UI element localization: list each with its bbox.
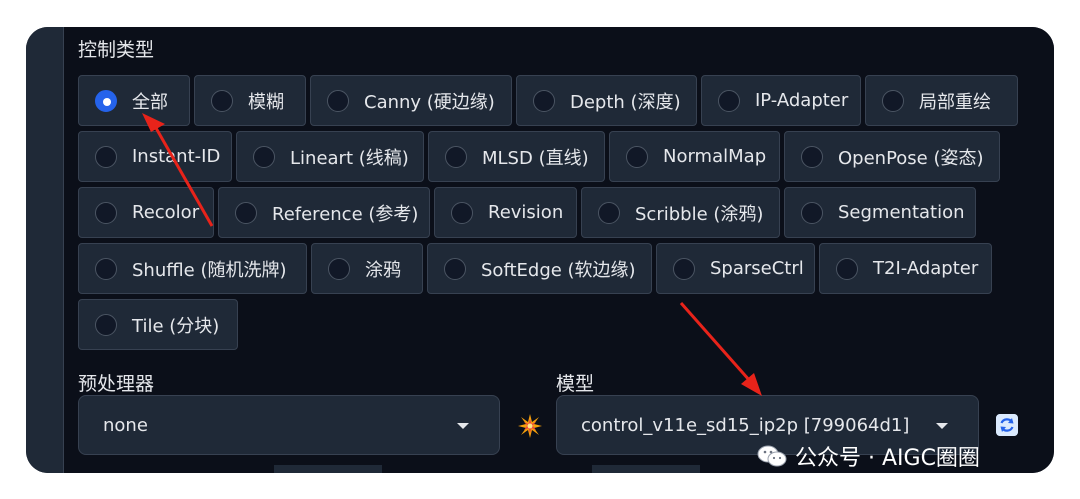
radio-label: 模糊 — [248, 91, 284, 113]
radio-label: Reference (参考) — [272, 203, 419, 225]
radio-label: Scribble (涂鸦) — [635, 203, 764, 225]
radio-label: Revision — [488, 202, 564, 223]
radio-dot — [235, 201, 257, 224]
radio-dot — [445, 145, 467, 168]
radio-dot — [444, 257, 466, 280]
wechat-icon — [757, 445, 787, 467]
radio-label: SparseCtrl — [710, 258, 804, 279]
radio-label: NormalMap — [663, 146, 767, 167]
radio-dot — [95, 313, 117, 336]
radio-control-type-inpaint[interactable]: 局部重绘 — [865, 75, 1018, 126]
radio-label: MLSD (直线) — [482, 147, 589, 169]
radio-control-type-sparsectrl[interactable]: SparseCtrl — [656, 243, 815, 294]
preprocessor-dropdown[interactable]: none — [78, 395, 500, 455]
radio-label: OpenPose (姿态) — [838, 147, 984, 169]
radio-dot-selected — [95, 89, 117, 112]
radio-label: 局部重绘 — [919, 91, 991, 113]
panel-side-strip — [26, 27, 64, 473]
chevron-down-icon — [936, 423, 948, 429]
radio-control-type-depth[interactable]: Depth (深度) — [516, 75, 697, 126]
chevron-down-icon — [457, 423, 469, 429]
radio-control-type-revision[interactable]: Revision — [434, 187, 577, 238]
radio-dot — [451, 201, 473, 224]
radio-control-type-normalmap[interactable]: NormalMap — [609, 131, 780, 182]
watermark: 公众号 · AIGC圈圈 — [757, 441, 980, 471]
radio-label: T2I-Adapter — [873, 258, 979, 279]
radio-dot — [598, 201, 620, 224]
radio-dot — [836, 257, 858, 280]
radio-label: 全部 — [132, 91, 168, 113]
radio-label: Canny (硬边缘) — [364, 91, 495, 113]
radio-control-type-scribble[interactable]: Scribble (涂鸦) — [581, 187, 780, 238]
preprocessor-value: none — [103, 414, 148, 436]
radio-label: Lineart (线稿) — [290, 147, 409, 169]
radio-control-type-mlsd[interactable]: MLSD (直线) — [428, 131, 605, 182]
next-row-control — [274, 465, 382, 473]
explosion-icon[interactable] — [517, 413, 543, 439]
radio-label: Shuffle (随机洗牌) — [132, 259, 287, 281]
radio-dot — [673, 257, 695, 280]
radio-dot — [801, 201, 823, 224]
radio-control-type-softedge[interactable]: SoftEdge (软边缘) — [427, 243, 652, 294]
radio-dot — [328, 257, 350, 280]
radio-label: SoftEdge (软边缘) — [481, 259, 636, 281]
preprocessor-label: 预处理器 — [78, 373, 155, 395]
model-value: control_v11e_sd15_ip2p [799064d1] — [581, 414, 910, 436]
radio-dot — [95, 257, 117, 280]
watermark-text: 公众号 · AIGC圈圈 — [795, 446, 980, 471]
radio-dot — [718, 89, 740, 112]
radio-control-type-openpose[interactable]: OpenPose (姿态) — [784, 131, 1000, 182]
radio-label: Tile (分块) — [132, 315, 220, 337]
radio-dot — [626, 145, 648, 168]
radio-control-type-shuffle[interactable]: Shuffle (随机洗牌) — [78, 243, 307, 294]
refresh-icon[interactable] — [996, 414, 1018, 436]
radio-label: Instant-ID — [132, 146, 221, 167]
next-row-control — [592, 465, 700, 473]
radio-label: Depth (深度) — [570, 91, 681, 113]
radio-control-type-all[interactable]: 全部 — [78, 75, 190, 126]
radio-control-type-doodle[interactable]: 涂鸦 — [311, 243, 423, 294]
model-label: 模型 — [556, 373, 595, 395]
radio-control-type-recolor[interactable]: Recolor — [78, 187, 214, 238]
radio-label: Recolor — [132, 202, 200, 223]
radio-dot — [327, 89, 349, 112]
radio-control-type-lineart[interactable]: Lineart (线稿) — [236, 131, 424, 182]
radio-control-type-t2i-adapter[interactable]: T2I-Adapter — [819, 243, 992, 294]
control-type-label: 控制类型 — [78, 39, 155, 61]
radio-dot — [801, 145, 823, 168]
radio-control-type-segmentation[interactable]: Segmentation — [784, 187, 976, 238]
radio-control-type-canny[interactable]: Canny (硬边缘) — [310, 75, 512, 126]
radio-dot — [253, 145, 275, 168]
radio-control-type-tile[interactable]: Tile (分块) — [78, 299, 238, 350]
radio-dot — [533, 89, 555, 112]
radio-label: 涂鸦 — [365, 259, 401, 281]
radio-dot — [882, 89, 904, 112]
radio-dot — [95, 201, 117, 224]
radio-dot — [211, 89, 233, 112]
radio-dot — [95, 145, 117, 168]
radio-control-type-reference[interactable]: Reference (参考) — [218, 187, 430, 238]
radio-control-type-blur[interactable]: 模糊 — [194, 75, 306, 126]
radio-control-type-instant-id[interactable]: Instant-ID — [78, 131, 232, 182]
radio-label: IP-Adapter — [755, 90, 849, 111]
radio-label: Segmentation — [838, 202, 965, 223]
radio-control-type-ip-adapter[interactable]: IP-Adapter — [701, 75, 861, 126]
